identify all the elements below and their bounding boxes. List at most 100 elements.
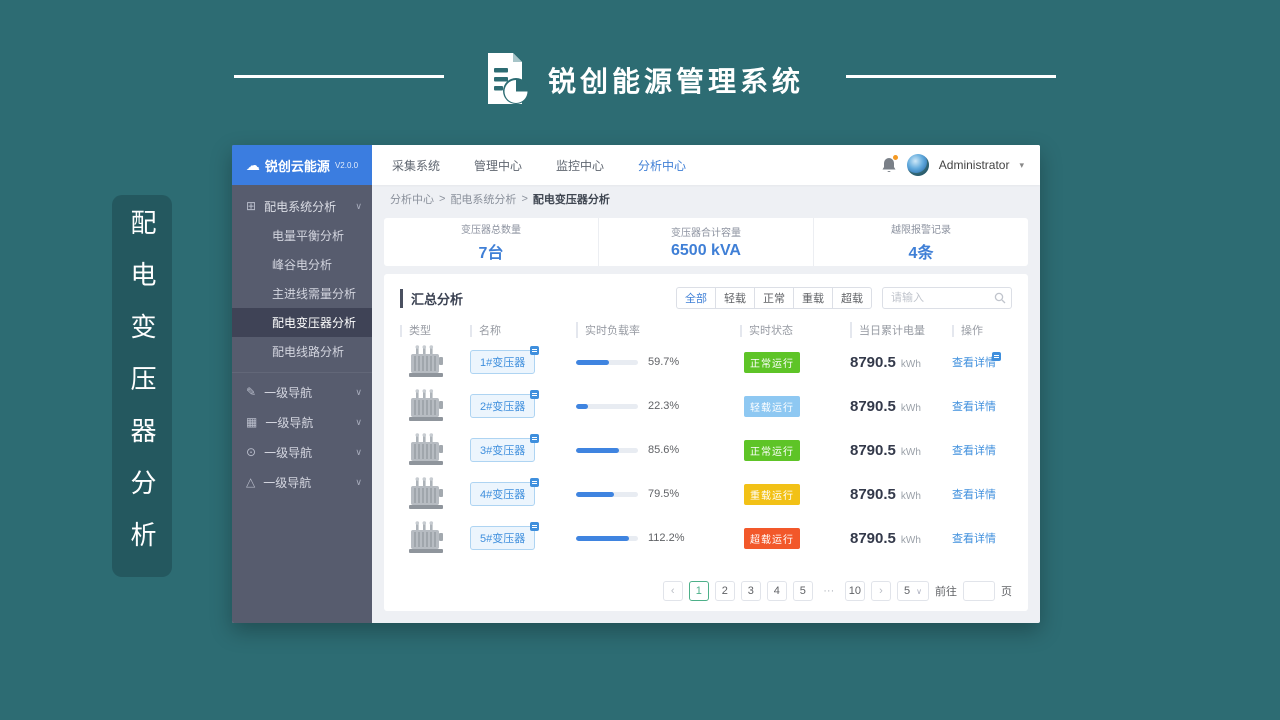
breadcrumb-current: 配电变压器分析 bbox=[532, 194, 610, 206]
sidebar-item-label: 峰谷电分析 bbox=[272, 258, 333, 272]
search-icon bbox=[994, 292, 1006, 304]
breadcrumb-item[interactable]: 配电系统分析 bbox=[450, 191, 516, 207]
sidebar-item-distribution-line[interactable]: 配电线路分析 bbox=[232, 337, 372, 366]
column-header-name: 名称 bbox=[470, 325, 501, 337]
transformer-name-button[interactable]: 5#变压器 bbox=[470, 522, 540, 550]
view-detail-link[interactable]: 查看详情 bbox=[952, 401, 996, 413]
transformer-name-button[interactable]: 4#变压器 bbox=[470, 478, 540, 506]
goto-page-input[interactable] bbox=[963, 581, 995, 601]
nav-collect-system[interactable]: 采集系统 bbox=[392, 157, 440, 174]
pagination-ellipsis[interactable]: ··· bbox=[819, 581, 839, 601]
nav-manage-center[interactable]: 管理中心 bbox=[474, 157, 522, 174]
document-report-icon bbox=[476, 50, 532, 106]
filter-heavy-load-button[interactable]: 重载 bbox=[793, 287, 833, 309]
page-button[interactable]: 5 bbox=[792, 581, 813, 601]
sidebar-item-label: 电量平衡分析 bbox=[272, 229, 345, 243]
transformer-name-button[interactable]: 1#变压器 bbox=[470, 346, 540, 374]
topbar-right: Administrator ▾ bbox=[881, 154, 1024, 176]
breadcrumb-item[interactable]: 分析中心 bbox=[390, 191, 434, 207]
corner-badge-icon bbox=[530, 390, 540, 399]
page-button[interactable]: 10 bbox=[844, 581, 866, 601]
filter-normal-button[interactable]: 正常 bbox=[754, 287, 794, 309]
nav-monitor-center[interactable]: 监控中心 bbox=[556, 157, 604, 174]
warning-triangle-icon: △ bbox=[246, 475, 256, 489]
edit-icon: ✎ bbox=[246, 385, 257, 399]
page-button[interactable]: 1 bbox=[688, 581, 709, 601]
content: 变压器总数量 7台 变压器合计容量 6500 kVA 越限报警记录 4条 汇总分… bbox=[372, 213, 1040, 623]
goto-label: 前往 bbox=[935, 586, 957, 598]
sidebar-item-label: 主进线需量分析 bbox=[272, 287, 357, 301]
table-header: 类型 名称 实时负载率 实时状态 当日累计电量 操作 bbox=[400, 322, 1012, 338]
transformer-name-button[interactable]: 2#变压器 bbox=[470, 390, 540, 418]
brand-divider-right bbox=[846, 75, 1056, 78]
sidebar-item-peak-valley[interactable]: 峰谷电分析 bbox=[232, 250, 372, 279]
sidebar-item-nav-3[interactable]: ⊙ 一级导航 ∨ bbox=[232, 437, 372, 467]
page-button[interactable]: 4 bbox=[766, 581, 787, 601]
transformer-image bbox=[400, 389, 470, 423]
avatar[interactable] bbox=[906, 154, 929, 176]
sidebar-item-energy-balance[interactable]: 电量平衡分析 bbox=[232, 221, 372, 250]
corner-badge-icon bbox=[530, 478, 540, 487]
view-detail-link[interactable]: 查看详情 bbox=[952, 489, 996, 501]
page-size-select[interactable]: 5 ∨ bbox=[897, 581, 929, 601]
column-header-status: 实时状态 bbox=[740, 325, 793, 337]
sidebar-item-transformer-analysis[interactable]: 配电变压器分析 bbox=[232, 308, 372, 337]
transformer-image bbox=[400, 345, 470, 379]
sidebar-item-nav-4[interactable]: △ 一级导航 ∨ bbox=[232, 467, 372, 497]
column-header-load: 实时负载率 bbox=[576, 322, 640, 338]
status-badge: 轻载运行 bbox=[744, 395, 800, 417]
sidebar-item-main-incoming-demand[interactable]: 主进线需量分析 bbox=[232, 279, 372, 308]
stat-value: 7台 bbox=[478, 245, 504, 262]
table-row: 2#变压器 22.3% 轻载运行 8790.5 kWh 查看详情 bbox=[400, 384, 1012, 428]
load-percent: 79.5% bbox=[648, 488, 680, 500]
column-header-energy: 当日累计电量 bbox=[850, 322, 925, 338]
app-window: ☁ 锐创云能源 V2.0.0 ⊞ 配电系统分析 ∨ 电量平衡分析 峰谷电分析 主… bbox=[232, 145, 1040, 623]
sidebar-item-label: 一级导航 bbox=[265, 415, 314, 430]
filter-overload-button[interactable]: 超载 bbox=[832, 287, 872, 309]
status-badge: 正常运行 bbox=[744, 439, 800, 461]
breadcrumb-separator: > bbox=[521, 193, 528, 205]
load-progress bbox=[576, 447, 638, 453]
transformer-image bbox=[400, 521, 470, 555]
sidebar-group-power-system-analysis[interactable]: ⊞ 配电系统分析 ∨ bbox=[232, 191, 372, 221]
filter-group: 全部 轻载 正常 重载 超载 bbox=[676, 287, 872, 309]
view-detail-link[interactable]: 查看详情 bbox=[952, 352, 1001, 369]
cloud-icon: ☁ bbox=[245, 157, 260, 173]
topbar: 采集系统 管理中心 监控中心 分析中心 Administrator ▾ bbox=[372, 145, 1040, 185]
transformer-name-button[interactable]: 3#变压器 bbox=[470, 434, 540, 462]
prev-page-button[interactable]: ‹ bbox=[662, 581, 683, 601]
view-detail-link[interactable]: 查看详情 bbox=[952, 445, 996, 457]
page-title: 锐创能源管理系统 bbox=[548, 66, 805, 97]
search-input[interactable] bbox=[882, 287, 1012, 309]
breadcrumb: 分析中心 > 配电系统分析 > 配电变压器分析 bbox=[372, 185, 1040, 213]
sidebar-item-nav-2[interactable]: ▦ 一级导航 ∨ bbox=[232, 407, 372, 437]
grid-icon: ▦ bbox=[246, 415, 258, 429]
user-caret-down-icon[interactable]: ▾ bbox=[1019, 160, 1024, 171]
transformer-image bbox=[400, 433, 470, 467]
filter-all-button[interactable]: 全部 bbox=[676, 287, 716, 309]
panel-title: 汇总分析 bbox=[400, 288, 463, 308]
page-button[interactable]: 3 bbox=[740, 581, 761, 601]
bell-icon[interactable] bbox=[881, 154, 899, 174]
chevron-down-icon: ∨ bbox=[355, 446, 362, 457]
summary-panel: 汇总分析 全部 轻载 正常 重载 超载 请输入 类型 名称 实时负载率 实时状态… bbox=[384, 274, 1028, 611]
load-percent: 85.6% bbox=[648, 444, 680, 456]
page-unit-label: 页 bbox=[1001, 586, 1012, 598]
username[interactable]: Administrator bbox=[939, 158, 1010, 172]
page-size-value: 5 bbox=[904, 585, 911, 597]
next-page-button[interactable]: › bbox=[871, 581, 892, 601]
status-badge: 正常运行 bbox=[744, 351, 800, 373]
table-row: 3#变压器 85.6% 正常运行 8790.5 kWh 查看详情 bbox=[400, 428, 1012, 472]
top-nav: 采集系统 管理中心 监控中心 分析中心 bbox=[392, 157, 686, 174]
nav-analysis-center[interactable]: 分析中心 bbox=[638, 157, 686, 174]
vertical-title-text: 配电变压器分析 bbox=[127, 209, 157, 573]
load-progress bbox=[576, 491, 638, 497]
filter-light-load-button[interactable]: 轻载 bbox=[715, 287, 755, 309]
stat-alarm-records: 越限报警记录 4条 bbox=[813, 218, 1028, 266]
column-header-type: 类型 bbox=[400, 325, 431, 337]
energy-value: 8790.5 bbox=[850, 485, 896, 503]
sidebar-item-nav-1[interactable]: ✎ 一级导航 ∨ bbox=[232, 377, 372, 407]
view-detail-link[interactable]: 查看详情 bbox=[952, 533, 996, 545]
page-button[interactable]: 2 bbox=[714, 581, 735, 601]
sidebar-item-label: 一级导航 bbox=[264, 445, 313, 460]
